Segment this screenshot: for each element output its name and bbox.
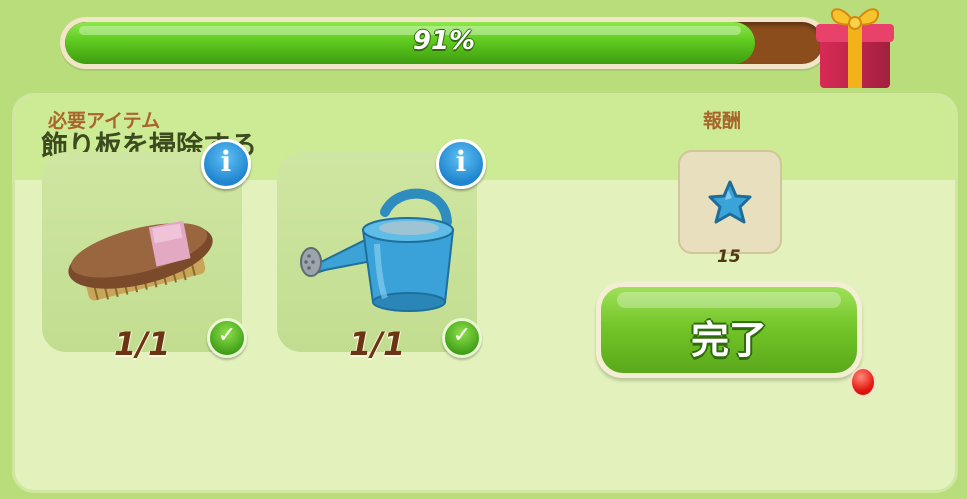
checkmark-icon: ✓	[442, 318, 482, 358]
progress-label: 91%	[412, 26, 476, 56]
reward-slot	[678, 150, 782, 254]
reward-amount: 15	[717, 247, 741, 267]
complete-button-label: 完了	[690, 318, 767, 362]
info-icon: i	[455, 145, 467, 178]
complete-button[interactable]: 完了	[596, 282, 862, 378]
required-items-label: 必要アイテム	[48, 110, 161, 132]
progress-bar: 91%	[60, 17, 828, 69]
gift-box-icon[interactable]	[812, 0, 898, 90]
notification-dot-icon	[850, 367, 876, 397]
info-icon: i	[220, 145, 232, 178]
item-count: 1/1	[114, 325, 171, 363]
item-count: 1/1	[349, 325, 406, 363]
reward-label: 報酬	[703, 110, 742, 132]
checkmark-icon: ✓	[207, 318, 247, 358]
star-icon	[708, 180, 752, 224]
info-button-watering-can[interactable]: i	[436, 139, 486, 189]
info-button-brush[interactable]: i	[201, 139, 251, 189]
